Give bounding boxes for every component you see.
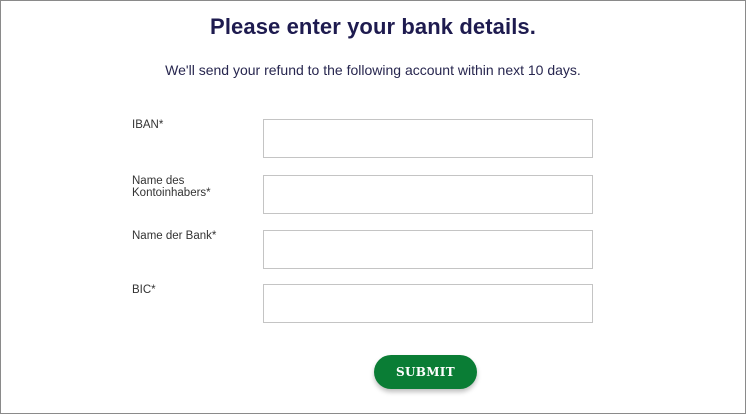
bank-name-row: Name der Bank*	[132, 230, 594, 270]
bank-name-label: Name der Bank*	[132, 230, 217, 242]
account-holder-label: Name des Kontoinhabers*	[132, 175, 211, 199]
bic-row: BIC*	[132, 284, 594, 324]
page-subtitle: We'll send your refund to the following …	[165, 62, 581, 78]
iban-label: IBAN*	[132, 119, 164, 131]
bic-field[interactable]	[263, 284, 593, 323]
iban-field[interactable]	[263, 119, 593, 158]
account-holder-field[interactable]	[263, 175, 593, 214]
submit-button[interactable]: SUBMIT	[374, 355, 477, 389]
bank-name-field[interactable]	[263, 230, 593, 269]
page-title: Please enter your bank details.	[210, 14, 536, 39]
bic-label: BIC*	[132, 284, 156, 296]
account-holder-row: Name des Kontoinhabers*	[132, 175, 594, 215]
iban-row: IBAN*	[132, 119, 594, 159]
bank-details-form: Please enter your bank details. We'll se…	[0, 0, 746, 414]
